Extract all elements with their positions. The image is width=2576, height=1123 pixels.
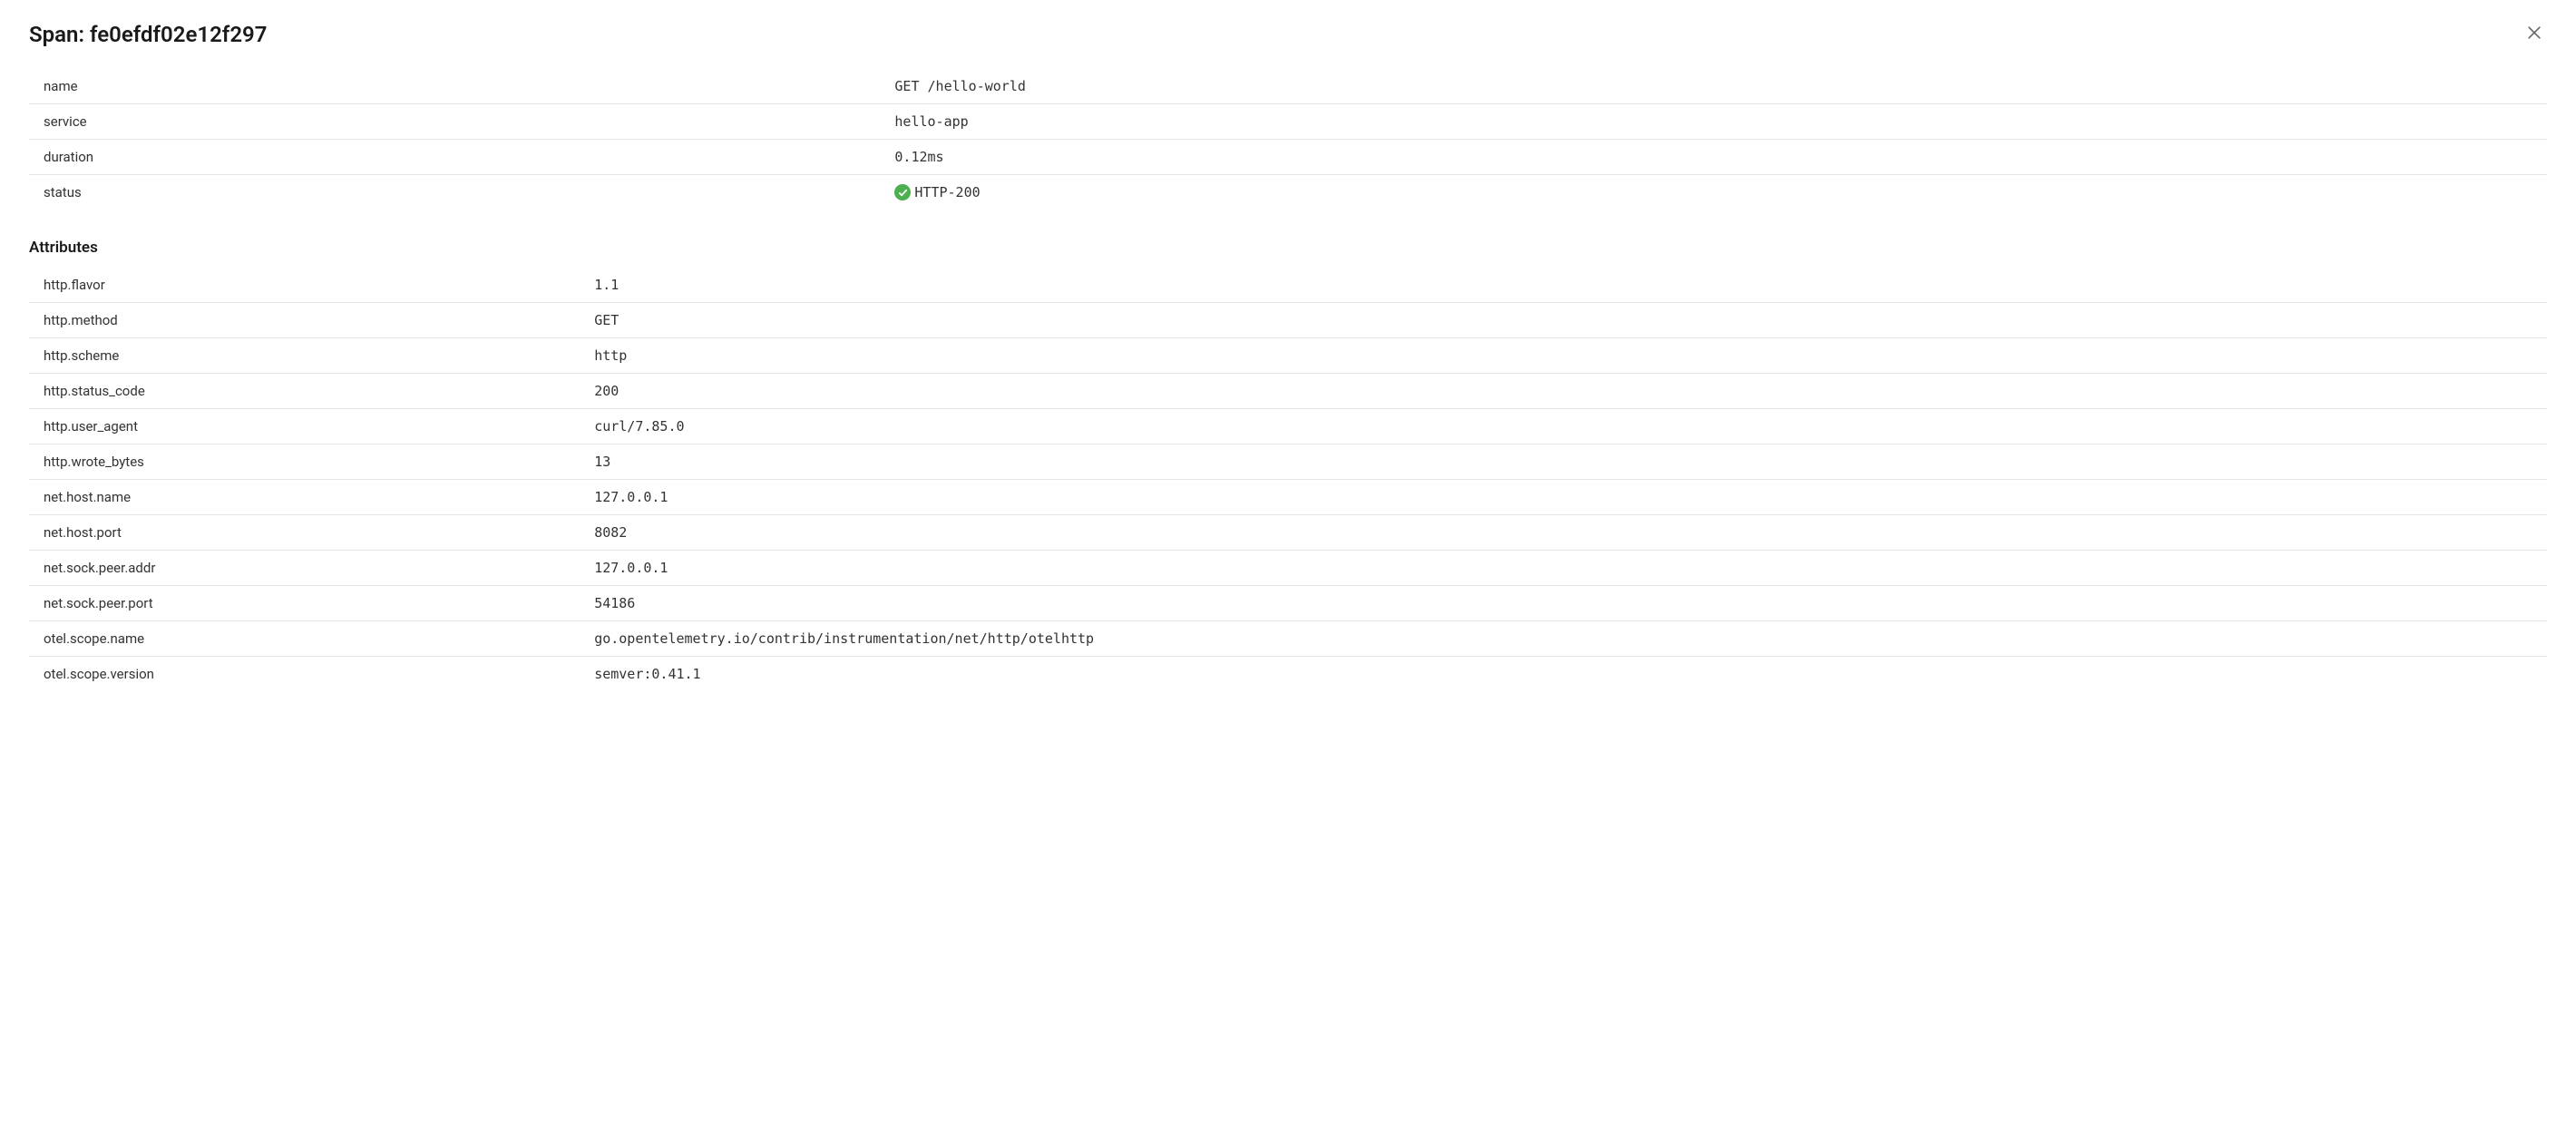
summary-value: GET /hello-world — [894, 78, 1026, 94]
attribute-value: GET — [594, 312, 619, 328]
summary-value-text: 0.12ms — [894, 149, 943, 165]
attribute-row: net.host.name127.0.0.1 — [29, 480, 2547, 515]
attribute-label: net.host.port — [44, 524, 594, 541]
attribute-value: 1.1 — [594, 277, 619, 293]
attribute-value: 127.0.0.1 — [594, 489, 668, 505]
attributes-table: http.flavor1.1http.methodGEThttp.schemeh… — [29, 268, 2547, 691]
attribute-label: http.flavor — [44, 277, 594, 293]
attribute-label: otel.scope.name — [44, 630, 594, 647]
summary-table: nameGET /hello-worldservicehello-appdura… — [29, 69, 2547, 210]
attribute-value: 8082 — [594, 524, 627, 541]
attribute-row: otel.scope.namego.opentelemetry.io/contr… — [29, 621, 2547, 657]
summary-label: service — [44, 113, 894, 130]
header-row: Span: fe0efdf02e12f297 — [29, 22, 2547, 47]
attribute-row: http.schemehttp — [29, 338, 2547, 374]
summary-label: status — [44, 184, 894, 200]
attribute-row: net.sock.peer.addr127.0.0.1 — [29, 551, 2547, 586]
attribute-value: curl/7.85.0 — [594, 418, 684, 435]
attribute-label: net.sock.peer.port — [44, 595, 594, 611]
summary-value: 0.12ms — [894, 149, 943, 165]
summary-row: servicehello-app — [29, 104, 2547, 140]
attribute-row: http.methodGET — [29, 303, 2547, 338]
summary-value: hello-app — [894, 113, 968, 130]
attribute-label: http.user_agent — [44, 418, 594, 435]
attribute-value: 54186 — [594, 595, 635, 611]
attributes-title: Attributes — [29, 239, 2547, 257]
attribute-value: 200 — [594, 383, 619, 399]
attribute-value: semver:0.41.1 — [594, 666, 700, 682]
summary-row: nameGET /hello-world — [29, 69, 2547, 104]
attribute-value: go.opentelemetry.io/contrib/instrumentat… — [594, 630, 1094, 647]
summary-value-text: hello-app — [894, 113, 968, 130]
status-ok-icon — [894, 184, 911, 200]
page-title: Span: fe0efdf02e12f297 — [29, 22, 267, 47]
attribute-value: 127.0.0.1 — [594, 560, 668, 576]
close-icon — [2525, 24, 2543, 45]
span-id: fe0efdf02e12f297 — [90, 22, 268, 47]
attribute-value: 13 — [594, 454, 610, 470]
attribute-label: http.wrote_bytes — [44, 454, 594, 470]
summary-label: duration — [44, 149, 894, 165]
attribute-row: otel.scope.versionsemver:0.41.1 — [29, 657, 2547, 691]
attribute-label: http.scheme — [44, 347, 594, 364]
summary-value: HTTP-200 — [894, 184, 980, 200]
title-prefix: Span: — [29, 22, 90, 47]
attribute-row: net.host.port8082 — [29, 515, 2547, 551]
attribute-label: net.host.name — [44, 489, 594, 505]
summary-label: name — [44, 78, 894, 94]
attribute-row: http.user_agentcurl/7.85.0 — [29, 409, 2547, 444]
attribute-label: http.status_code — [44, 383, 594, 399]
summary-row: status HTTP-200 — [29, 175, 2547, 210]
summary-row: duration0.12ms — [29, 140, 2547, 175]
attribute-label: otel.scope.version — [44, 666, 594, 682]
attribute-row: http.wrote_bytes13 — [29, 444, 2547, 480]
attribute-value: http — [594, 347, 627, 364]
summary-value-text: GET /hello-world — [894, 78, 1026, 94]
attribute-label: http.method — [44, 312, 594, 328]
attribute-row: http.status_code200 — [29, 374, 2547, 409]
attribute-label: net.sock.peer.addr — [44, 560, 594, 576]
summary-value-text: HTTP-200 — [914, 184, 980, 200]
attribute-row: net.sock.peer.port54186 — [29, 586, 2547, 621]
close-button[interactable] — [2522, 22, 2547, 47]
attribute-row: http.flavor1.1 — [29, 268, 2547, 303]
